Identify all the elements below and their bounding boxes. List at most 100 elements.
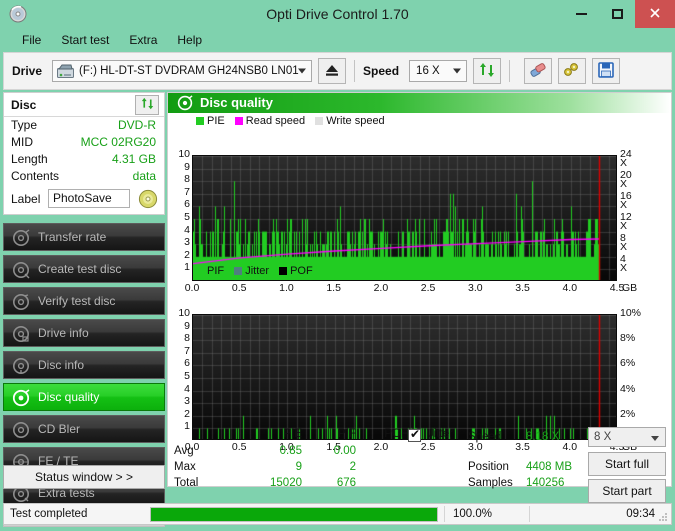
right-tick-label: 8 X (620, 232, 628, 253)
disc-row-key: Length (11, 152, 48, 166)
sidebar-item-label: Disc info (38, 358, 85, 372)
test-speed-value: 8 X (594, 431, 612, 443)
sidebar-item-label: Verify test disc (38, 294, 116, 308)
application-window: Opti Drive Control 1.70 File Start test … (0, 0, 675, 531)
legend-item-write-speed: Write speed (315, 115, 385, 128)
sidebar-item-drive-info[interactable]: Drive info (3, 319, 165, 347)
sidebar-item-create-test-disc[interactable]: Create test disc (3, 255, 165, 283)
tools-button[interactable] (558, 58, 587, 84)
close-button[interactable] (635, 0, 675, 28)
y-tick-label: 2 (184, 407, 190, 420)
status-message: Test completed (10, 508, 88, 520)
statistics-panel: PIE PIF POF Jitter Avg Max Total 0.85 9 … (168, 426, 671, 503)
x-tick-label: 1.5 (326, 282, 341, 294)
minimize-button[interactable] (563, 0, 599, 28)
position-stat-value: 4408 MB (526, 461, 573, 473)
x-tick-label: 2.5 (420, 282, 436, 294)
close-icon (649, 7, 661, 22)
speed-label: Speed (363, 64, 400, 78)
x-tick-label: 4.0 (562, 282, 578, 294)
status-bar: Test completed 100.0% 09:34 (3, 503, 672, 525)
stats-pif-total: 676 (336, 477, 356, 489)
sidebar-item-label: Create test disc (38, 262, 122, 276)
legend-swatch (234, 267, 243, 275)
drive-select-value: (F:) HL-DT-ST DVDRAM GH24NSB0 LN01 (79, 65, 299, 77)
sidebar-item-verify-test-disc[interactable]: Verify test disc (3, 287, 165, 315)
legend-item-read-speed: Read speed (234, 115, 305, 128)
refresh-icon (140, 97, 155, 113)
disc-icon (12, 357, 30, 375)
maximize-button[interactable] (599, 0, 635, 28)
legend-item-jitter: Jitter (234, 265, 269, 278)
y-tick-label: 6 (184, 198, 190, 211)
disc-icon (12, 421, 30, 439)
sidebar-item-label: Transfer rate (38, 230, 107, 244)
disc-icon (12, 261, 30, 279)
progress-percent: 100.0% (444, 506, 529, 522)
drive-select[interactable]: (F:) HL-DT-ST DVDRAM GH24NSB0 LN01 (52, 60, 313, 82)
chevron-down-icon (651, 436, 659, 441)
eject-button[interactable] (318, 58, 347, 84)
sidebar-item-cd-bler[interactable]: CD Bler (3, 415, 165, 443)
samples-stat-value: 140256 (526, 477, 565, 489)
disc-row-length: Length 4.31 GB (4, 151, 164, 168)
sidebar-item-label: Drive info (38, 326, 89, 340)
menu-item-extra[interactable]: Extra (119, 31, 167, 49)
sidebar-item-label: CD Bler (38, 422, 81, 436)
legend-swatch (279, 267, 288, 275)
maximize-icon (611, 9, 623, 19)
tools-icon (563, 62, 581, 81)
menu-item-start-test[interactable]: Start test (51, 31, 119, 49)
eraser-icon (529, 62, 547, 81)
resize-grip-icon[interactable] (658, 512, 668, 522)
sidebar-item-transfer-rate[interactable]: Transfer rate (3, 223, 165, 251)
panel-header: Disc quality (168, 93, 671, 113)
erase-button[interactable] (524, 58, 553, 84)
right-tick-label: 20 X (620, 169, 632, 190)
refresh-button[interactable] (473, 58, 502, 84)
chevron-down-icon (298, 68, 307, 74)
disc-quality-icon (177, 95, 193, 111)
pie-chart-plot[interactable] (192, 155, 617, 281)
disc-icon (12, 325, 30, 343)
right-tick-label: 8% (620, 332, 636, 345)
y-tick-label: 10 (178, 307, 190, 319)
jitter-label: Jitter (428, 428, 453, 440)
eject-icon (324, 63, 340, 80)
menu-item-file[interactable]: File (12, 31, 51, 49)
start-part-button[interactable]: Start part (588, 479, 666, 503)
disc-row-value: MCC 02RG20 (80, 135, 156, 149)
disc-icon (12, 229, 30, 247)
right-tick-label: 2% (620, 407, 636, 420)
x-axis-unit-label: GB (622, 282, 638, 294)
y-tick-label: 2 (184, 248, 190, 261)
legend-item-pof: POF (279, 265, 313, 278)
disc-label-input[interactable]: PhotoSave (48, 189, 130, 208)
save-icon (598, 61, 614, 81)
legend-swatch (196, 267, 204, 275)
sidebar-item-disc-quality[interactable]: Disc quality (3, 383, 165, 411)
start-full-button[interactable]: Start full (588, 452, 666, 476)
disc-row-value: data (132, 169, 156, 183)
sidebar-item-disc-info[interactable]: Disc info (3, 351, 165, 379)
disc-panel-title: Disc (11, 98, 37, 112)
title-bar: Opti Drive Control 1.70 (0, 0, 675, 28)
y-tick-label: 5 (184, 211, 190, 223)
speed-select[interactable]: 16 X (409, 60, 468, 82)
menu-item-help[interactable]: Help (167, 31, 212, 49)
disc-refresh-button[interactable] (135, 95, 159, 115)
save-button[interactable] (592, 58, 621, 84)
x-tick-label: 2.0 (373, 282, 389, 294)
pif-chart-plot[interactable] (192, 314, 617, 440)
status-window-button[interactable]: Status window > > (3, 465, 165, 489)
pie-chart-y-axis: 1 2 3 4 5 6 7 8 9 10 (168, 149, 190, 281)
progress-bar-fill (151, 507, 437, 521)
disc-row-contents: Contents data (4, 168, 164, 185)
test-speed-select[interactable]: 8 X (588, 427, 666, 447)
stats-pie-max: 9 (295, 461, 302, 473)
y-tick-label: 6 (184, 357, 190, 370)
position-stat-label: Position (468, 461, 509, 473)
jitter-checkbox[interactable] (408, 427, 421, 442)
progress-bar (150, 506, 438, 522)
cd-icon[interactable] (137, 188, 159, 209)
